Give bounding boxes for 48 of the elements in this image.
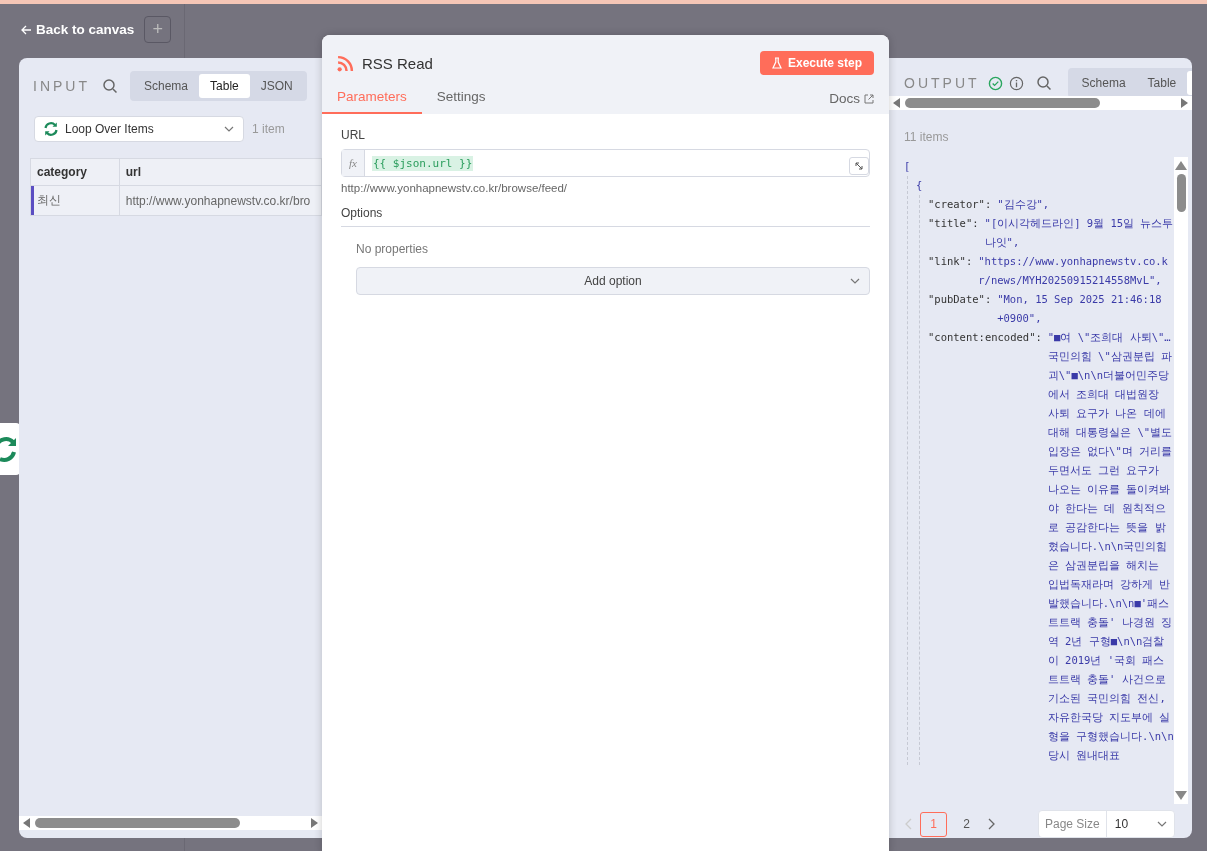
- flask-icon: [771, 57, 782, 69]
- expand-icon[interactable]: [849, 157, 869, 175]
- back-link[interactable]: Back to canvas: [20, 22, 135, 37]
- scrollbar-thumb[interactable]: [35, 818, 240, 828]
- scroll-up-icon[interactable]: [1175, 161, 1187, 170]
- scroll-right-icon[interactable]: [1180, 98, 1188, 108]
- settings-tab[interactable]: Settings: [421, 81, 501, 114]
- scroll-left-icon[interactable]: [23, 818, 31, 828]
- horizontal-scrollbar[interactable]: [889, 96, 1192, 110]
- field-hint: http://www.yonhapnewstv.co.kr/browse/feed/: [341, 182, 569, 194]
- item-count: 11 items: [903, 129, 950, 144]
- column-header: url: [119, 158, 322, 186]
- vertical-scrollbar[interactable]: [1174, 157, 1188, 804]
- panel-title: OUTPUT: [904, 75, 980, 91]
- scroll-right-icon[interactable]: [310, 818, 318, 828]
- view-tab[interactable]: Table: [199, 74, 250, 98]
- search-icon[interactable]: [102, 78, 118, 94]
- panel-title: INPUT: [33, 78, 90, 94]
- field-label: URL: [341, 128, 366, 142]
- scrollbar-thumb[interactable]: [905, 98, 1100, 108]
- info-icon[interactable]: [1008, 75, 1024, 91]
- item-count: 1 item: [252, 122, 285, 136]
- success-check-icon: [987, 75, 1003, 91]
- column-header: category: [30, 158, 120, 186]
- chevron-right-icon[interactable]: [986, 818, 996, 830]
- scroll-down-icon[interactable]: [1175, 791, 1187, 800]
- docs-link[interactable]: Docs: [829, 91, 874, 114]
- url-field[interactable]: fx {{ $json.url }}: [341, 149, 870, 177]
- arrow-left-icon: [20, 23, 32, 36]
- table-cell: http://www.yonhapnewstv.co.kr/bro: [119, 185, 322, 216]
- empty-text: No properties: [356, 242, 430, 256]
- scroll-left-icon[interactable]: [893, 98, 901, 108]
- external-link-icon: [864, 93, 874, 104]
- node-title: RSS Read: [362, 54, 434, 72]
- rss-icon: [337, 54, 354, 72]
- view-tab[interactable]: Schema: [1070, 71, 1137, 95]
- view-tab[interactable]: Schema: [133, 74, 200, 98]
- horizontal-scrollbar[interactable]: [19, 816, 322, 830]
- view-tab[interactable]: Table: [1136, 71, 1188, 95]
- add-option-button[interactable]: Add option: [356, 267, 870, 295]
- node-select[interactable]: Loop Over Items: [34, 116, 244, 142]
- loop-icon: [43, 121, 59, 137]
- view-tab[interactable]: JSON: [249, 74, 304, 98]
- page-button[interactable]: 2: [953, 811, 980, 837]
- table-cell: 최신: [30, 185, 120, 216]
- search-icon[interactable]: [1035, 75, 1052, 91]
- scrollbar-thumb[interactable]: [1176, 174, 1186, 212]
- section-label: Options: [341, 206, 870, 227]
